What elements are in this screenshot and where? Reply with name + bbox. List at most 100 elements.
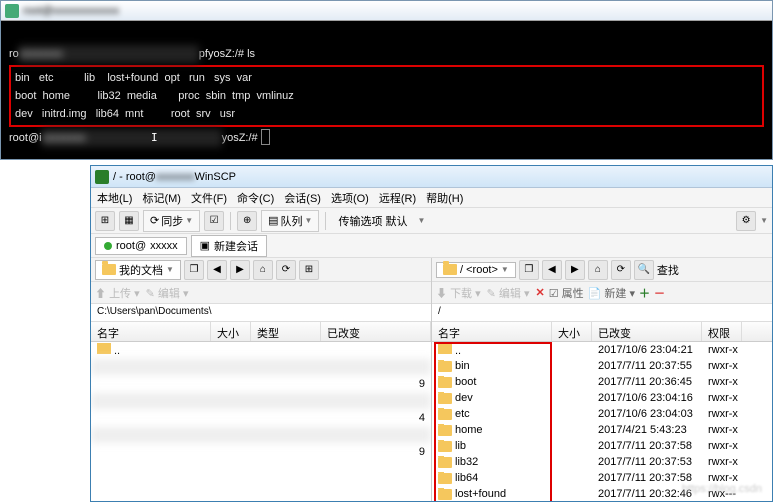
- menu-option[interactable]: 选项(O): [331, 190, 369, 206]
- prop-label: 属性: [562, 288, 584, 300]
- winscp-titlebar[interactable]: / - root@ xxxxxxx WinSCP: [91, 166, 772, 188]
- menu-mark[interactable]: 标记(M): [142, 190, 181, 206]
- menu-file[interactable]: 文件(F): [191, 190, 227, 206]
- nav-btn[interactable]: ▶: [565, 260, 585, 280]
- nav-btn[interactable]: ◀: [207, 260, 227, 280]
- edit-btn[interactable]: ✎ 编辑 ▾: [146, 285, 189, 301]
- list-item[interactable]: bin2017/7/11 20:37:55rwxr-x: [432, 358, 772, 374]
- sync-icon: ⟳: [150, 214, 159, 227]
- nav-btn[interactable]: ▶: [230, 260, 250, 280]
- separator: [230, 212, 231, 230]
- list-item[interactable]: lib2017/7/11 20:37:58rwxr-x: [432, 438, 772, 454]
- list-item-blurred[interactable]: [91, 393, 431, 409]
- col-date[interactable]: 已改变: [321, 322, 431, 341]
- toolbar-btn-1[interactable]: ⊞: [95, 211, 115, 231]
- col-name[interactable]: 名字: [432, 322, 552, 341]
- chevron-down-icon[interactable]: ▼: [760, 216, 768, 225]
- sync-button[interactable]: ⟳同步▼: [143, 210, 200, 232]
- queue-button[interactable]: ▤队列▼: [261, 210, 319, 232]
- local-path[interactable]: C:\Users\pan\Documents\: [91, 304, 431, 322]
- find-label[interactable]: 查找: [657, 262, 679, 278]
- list-item[interactable]: lib322017/7/11 20:37:53rwxr-x: [432, 454, 772, 470]
- terminal-body[interactable]: roxxxxxxxxpfyosZ:/# ls bin etc lib lost+…: [1, 21, 772, 171]
- list-item[interactable]: dev2017/10/6 23:04:16rwxr-x: [432, 390, 772, 406]
- prompt2-user: root@i: [9, 132, 42, 144]
- col-size[interactable]: 大小: [211, 322, 251, 341]
- menu-command[interactable]: 命令(C): [237, 190, 274, 206]
- home-btn[interactable]: ⌂: [588, 260, 608, 280]
- properties-btn[interactable]: ☑ 属性: [549, 285, 584, 301]
- menu-session[interactable]: 会话(S): [284, 190, 321, 206]
- download-btn[interactable]: ⬇ 下载 ▾: [436, 285, 481, 301]
- list-item[interactable]: boot2017/7/11 20:36:45rwxr-x: [432, 374, 772, 390]
- minus-icon[interactable]: －: [654, 285, 665, 301]
- edit-btn[interactable]: ✎ 编辑 ▾: [487, 285, 530, 301]
- remote-list-body[interactable]: ..2017/10/6 23:04:21rwxr-xbin2017/7/11 2…: [432, 342, 772, 501]
- list-item[interactable]: 4: [91, 410, 431, 426]
- remote-folder-selector[interactable]: / <root> ▼: [436, 262, 516, 278]
- download-label: 下载: [450, 288, 472, 300]
- menu-help[interactable]: 帮助(H): [426, 190, 463, 206]
- terminal-window: root@xxxxxxxxxxxx roxxxxxxxxpfyosZ:/# ls…: [0, 0, 773, 160]
- local-list-body[interactable]: .. 9 4 9: [91, 342, 431, 501]
- remote-pane: / <root> ▼ ❐ ◀ ▶ ⌂ ⟳ 🔍 查找 ⬇ 下载 ▾ ✎ 编辑 ▾ …: [432, 258, 772, 501]
- upload-btn[interactable]: ⬆ 上传 ▾: [95, 285, 140, 301]
- refresh-btn[interactable]: ⟳: [611, 260, 631, 280]
- toolbar-btn-3[interactable]: ☑: [204, 211, 224, 231]
- terminal-titlebar[interactable]: root@xxxxxxxxxxxx: [1, 1, 772, 21]
- winscp-window: / - root@ xxxxxxx WinSCP 本地(L) 标记(M) 文件(…: [90, 165, 773, 502]
- nav-btn[interactable]: ❐: [519, 260, 539, 280]
- transfer-options-label[interactable]: 传输选项 默认: [332, 213, 413, 229]
- tab-label-prefix: root@: [116, 240, 146, 252]
- col-type[interactable]: 类型: [251, 322, 321, 341]
- menu-remote[interactable]: 远程(R): [379, 190, 416, 206]
- list-item-blurred[interactable]: [91, 359, 431, 375]
- col-date[interactable]: 已改变: [592, 322, 702, 341]
- prompt2-path: yosZ:/#: [222, 132, 261, 144]
- folder-icon: [438, 377, 452, 388]
- col-perm[interactable]: 权限: [702, 322, 742, 341]
- prompt-path: pfyosZ:/#: [199, 48, 247, 60]
- list-item[interactable]: ..: [91, 342, 431, 358]
- list-item[interactable]: home2017/4/21 5:43:23rwxr-x: [432, 422, 772, 438]
- status-dot-icon: [104, 242, 112, 250]
- nav-btn[interactable]: ◀: [542, 260, 562, 280]
- folder-icon: [102, 264, 116, 275]
- list-item[interactable]: ..2017/10/6 23:04:21rwxr-x: [432, 342, 772, 358]
- plus-icon[interactable]: ＋: [639, 285, 650, 301]
- new-session-tab[interactable]: ▣ 新建会话: [191, 235, 267, 257]
- local-folder-selector[interactable]: 我的文档 ▼: [95, 260, 181, 280]
- col-size[interactable]: 大小: [552, 322, 592, 341]
- list-item-blurred[interactable]: [91, 427, 431, 443]
- toolbar-btn-settings[interactable]: ⚙: [736, 211, 756, 231]
- up-folder-icon: [438, 343, 452, 354]
- title-prefix: / - root@: [113, 171, 156, 183]
- queue-icon: ▤: [268, 214, 278, 227]
- find-btn[interactable]: 🔍: [634, 260, 654, 280]
- delete-icon[interactable]: ✕: [536, 286, 545, 299]
- chevron-down-icon[interactable]: ▼: [418, 216, 426, 225]
- folder-icon: [438, 489, 452, 500]
- menu-local[interactable]: 本地(L): [97, 190, 132, 206]
- home-btn[interactable]: ⌂: [253, 260, 273, 280]
- separator: [325, 212, 326, 230]
- ls-row-1: boot home lib32 media proc sbin tmp vmli…: [15, 90, 294, 102]
- menu-bar: 本地(L) 标记(M) 文件(F) 命令(C) 会话(S) 选项(O) 远程(R…: [91, 188, 772, 208]
- nav-btn[interactable]: ❐: [184, 260, 204, 280]
- session-tab-active[interactable]: root@ xxxxx: [95, 237, 187, 255]
- list-item[interactable]: 9: [91, 376, 431, 392]
- toolbar-btn-2[interactable]: ▦: [119, 211, 139, 231]
- nav-btn[interactable]: ⊞: [299, 260, 319, 280]
- ls-output-highlight: bin etc lib lost+found opt run sys var b…: [9, 65, 764, 127]
- list-item[interactable]: etc2017/10/6 23:04:03rwxr-x: [432, 406, 772, 422]
- col-name[interactable]: 名字: [91, 322, 211, 341]
- toolbar-btn-4[interactable]: ⊕: [237, 211, 257, 231]
- remote-path[interactable]: /: [432, 304, 772, 322]
- new-btn[interactable]: 📄 新建 ▾: [588, 285, 635, 301]
- list-item[interactable]: 9: [91, 444, 431, 460]
- ls-command: ls: [247, 48, 255, 60]
- new-tab-label: 新建会话: [214, 238, 258, 254]
- refresh-btn[interactable]: ⟳: [276, 260, 296, 280]
- queue-label: 队列: [281, 213, 303, 229]
- date-suffix: 4: [413, 412, 431, 424]
